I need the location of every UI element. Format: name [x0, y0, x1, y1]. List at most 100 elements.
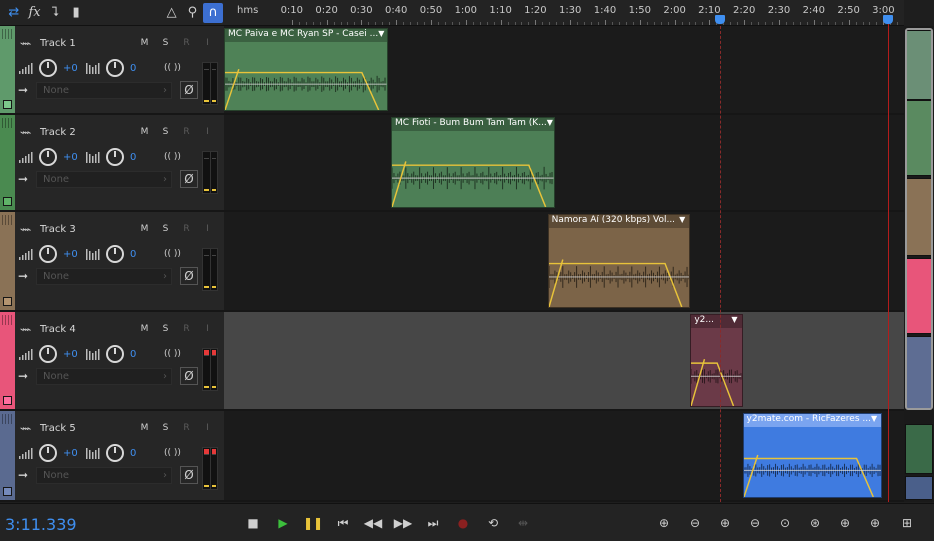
stereo-icon[interactable]: (( )) — [164, 249, 186, 259]
track-header[interactable]: ⌁⌁ Track 2 M S R I +0 0 (( )) ➞ None › Ø — [0, 115, 224, 212]
swap-arrows-icon[interactable]: ⇄ — [4, 3, 24, 23]
track-color-strip[interactable] — [0, 115, 15, 210]
track-name[interactable]: Track 2 — [38, 127, 134, 138]
drag-grip-icon[interactable] — [2, 29, 12, 39]
volume-knob[interactable] — [39, 245, 57, 263]
clip-title-bar[interactable]: MC Paiva e MC Ryan SP - Casei ... ▼ — [225, 29, 387, 42]
phase-invert-icon[interactable]: Ø — [180, 466, 198, 484]
peak-indicator[interactable] — [204, 449, 209, 455]
arm-record-button[interactable]: R — [179, 423, 195, 433]
clip-menu-icon[interactable]: ▼ — [547, 118, 554, 131]
drag-grip-icon[interactable] — [2, 315, 12, 325]
pause-icon[interactable]: ❚❚ — [303, 514, 323, 532]
send-icon[interactable]: ⮧ — [45, 3, 65, 23]
stereo-icon[interactable]: (( )) — [164, 448, 186, 458]
overview-viewport-frame[interactable] — [905, 28, 933, 410]
pan-knob[interactable] — [106, 245, 124, 263]
pan-value[interactable]: 0 — [124, 349, 150, 360]
solo-button[interactable]: S — [158, 423, 174, 433]
stereo-icon[interactable]: (( )) — [164, 152, 186, 162]
arm-record-button[interactable]: R — [179, 224, 195, 234]
zoom-in-amplitude-icon[interactable]: ⊕ — [653, 514, 675, 532]
zoom-in-time-icon[interactable]: ⊕ — [714, 514, 736, 532]
input-select[interactable]: None › — [36, 81, 172, 99]
peak-indicator[interactable] — [204, 64, 209, 70]
pan-knob[interactable] — [106, 345, 124, 363]
drag-grip-icon[interactable] — [2, 215, 12, 225]
audio-clip[interactable]: Namora Aí (320 kbps) Vol... ▼ — [547, 214, 691, 308]
clip-menu-icon[interactable]: ▼ — [871, 414, 881, 427]
stereo-icon[interactable]: (( )) — [164, 349, 186, 359]
track-lane[interactable]: MC Paiva e MC Ryan SP - Casei ... ▼ — [224, 26, 904, 115]
fx-icon[interactable]: fx — [25, 3, 45, 23]
clip-title-bar[interactable]: MC Fioti - Bum Bum Tam Tam (K... ▼ — [392, 118, 554, 131]
volume-value[interactable]: +0 — [57, 448, 83, 459]
pan-value[interactable]: 0 — [124, 249, 150, 260]
volume-knob[interactable] — [39, 59, 57, 77]
timeline-ruler[interactable]: hms 0:10 0:20 0:30 0:40 0:50 1:00 1:10 1:20 1:30… — [224, 0, 904, 26]
track-lane[interactable]: y2mate.com - RicFazeres ... ▼ — [224, 411, 904, 502]
monitor-input-button[interactable]: I — [200, 224, 216, 234]
audio-clip[interactable]: MC Fioti - Bum Bum Tam Tam (K... ▼ — [391, 117, 555, 208]
volume-value[interactable]: +0 — [57, 249, 83, 260]
cue-marker-handle[interactable] — [715, 15, 726, 24]
peak-indicator[interactable] — [211, 250, 216, 256]
pan-value[interactable]: 0 — [124, 63, 150, 74]
track-overview-scrollbar[interactable] — [904, 26, 934, 502]
overview-track-segment[interactable] — [905, 476, 933, 500]
monitor-input-button[interactable]: I — [200, 127, 216, 137]
zoom-tracks-icon[interactable]: ⊞ — [896, 514, 918, 532]
drag-grip-icon[interactable] — [2, 414, 12, 424]
stereo-icon[interactable]: (( )) — [164, 63, 186, 73]
clip-title-bar[interactable]: Namora Aí (320 kbps) Vol... ▼ — [548, 215, 690, 228]
track-header[interactable]: ⌁⌁ Track 5 M S R I +0 0 (( )) ➞ None › Ø — [0, 411, 224, 502]
phase-invert-icon[interactable]: Ø — [180, 81, 198, 99]
track-color-strip[interactable] — [0, 26, 15, 113]
track-select-square[interactable] — [3, 100, 12, 109]
clip-title-bar[interactable]: y2... ▼ — [691, 315, 742, 328]
pan-knob[interactable] — [106, 59, 124, 77]
zoom-selection-icon[interactable]: ⊛ — [804, 514, 826, 532]
track-select-square[interactable] — [3, 197, 12, 206]
input-select[interactable]: None › — [36, 170, 172, 188]
goto-end-icon[interactable]: ⏭ — [423, 514, 443, 532]
snap-magnet-icon[interactable]: ∩ — [203, 2, 223, 23]
peak-indicator[interactable] — [204, 153, 209, 159]
audio-clip[interactable]: y2... ▼ — [690, 314, 743, 407]
track-header[interactable]: ⌁⌁ Track 1 M S R I +0 0 (( )) ➞ None › Ø — [0, 26, 224, 115]
audio-clip[interactable]: MC Paiva e MC Ryan SP - Casei ... ▼ — [224, 28, 388, 111]
pan-knob[interactable] — [106, 444, 124, 462]
volume-value[interactable]: +0 — [57, 152, 83, 163]
clip-menu-icon[interactable]: ▼ — [378, 29, 386, 42]
peak-indicator[interactable] — [204, 250, 209, 256]
skip-selection-icon[interactable]: ⇹ — [513, 514, 533, 532]
goto-start-icon[interactable]: ⏮ — [333, 514, 353, 532]
loop-icon[interactable]: ⟲ — [483, 514, 503, 532]
monitor-input-button[interactable]: I — [200, 38, 216, 48]
track-name[interactable]: Track 1 — [38, 38, 134, 49]
peak-indicator[interactable] — [211, 153, 216, 159]
pan-knob[interactable] — [106, 148, 124, 166]
monitor-input-button[interactable]: I — [200, 423, 216, 433]
track-color-strip[interactable] — [0, 312, 15, 409]
peak-indicator[interactable] — [211, 449, 216, 455]
arm-record-button[interactable]: R — [179, 324, 195, 334]
track-lane[interactable]: y2... ▼ — [224, 312, 904, 411]
track-lane[interactable]: MC Fioti - Bum Bum Tam Tam (K... ▼ — [224, 115, 904, 212]
phase-invert-icon[interactable]: Ø — [180, 170, 198, 188]
peak-indicator[interactable] — [211, 64, 216, 70]
peak-indicator[interactable] — [211, 350, 216, 356]
mute-button[interactable]: M — [137, 423, 153, 433]
track-name[interactable]: Track 5 — [38, 423, 134, 434]
record-icon[interactable]: ● — [453, 514, 473, 532]
track-header[interactable]: ⌁⌁ Track 4 M S R I +0 0 (( )) ➞ None › Ø — [0, 312, 224, 411]
fast-forward-icon[interactable]: ▶▶ — [393, 514, 413, 532]
arm-record-button[interactable]: R — [179, 127, 195, 137]
mute-button[interactable]: M — [137, 224, 153, 234]
mute-button[interactable]: M — [137, 127, 153, 137]
volume-value[interactable]: +0 — [57, 349, 83, 360]
track-name[interactable]: Track 4 — [38, 324, 134, 335]
mute-button[interactable]: M — [137, 38, 153, 48]
track-color-strip[interactable] — [0, 212, 15, 310]
stop-icon[interactable]: ■ — [243, 514, 263, 532]
